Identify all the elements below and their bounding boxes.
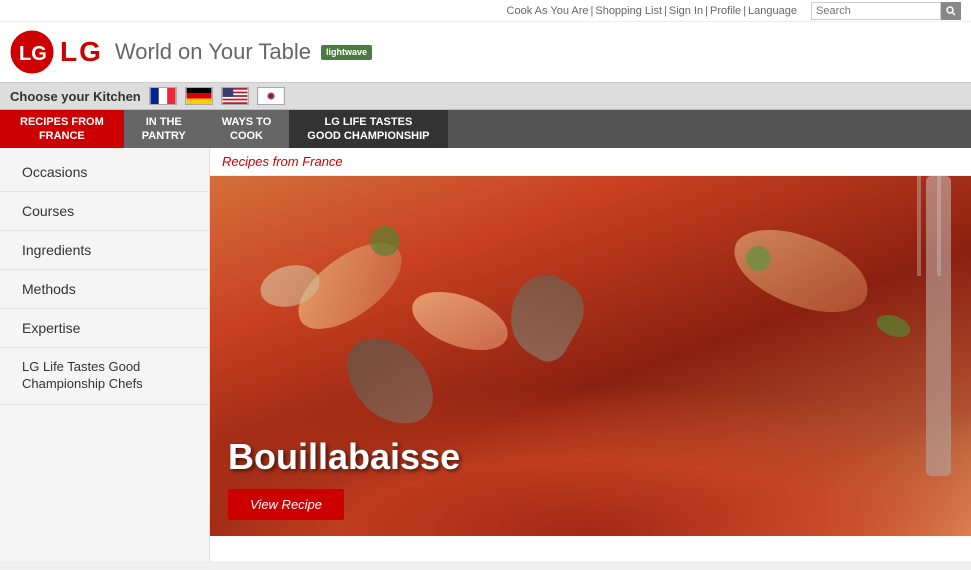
main-layout: Occasions Courses Ingredients Methods Ex… [0, 148, 971, 561]
tabs-row: RECIPES FROMFRANCE IN THEPANTRY WAYS TOC… [0, 110, 971, 148]
search-icon [946, 6, 956, 16]
hero-image: Bouillabaisse View Recipe [210, 176, 971, 536]
sep3: | [705, 5, 708, 17]
search-button[interactable] [941, 2, 961, 20]
flag-france[interactable] [149, 87, 177, 105]
search-bar [811, 2, 961, 20]
sep1: | [591, 5, 594, 17]
view-recipe-button[interactable]: View Recipe [228, 489, 344, 520]
content-area: Recipes from France Bouillabaisse [210, 148, 971, 561]
sep4: | [743, 5, 746, 17]
sidebar-item-ingredients[interactable]: Ingredients [0, 231, 209, 270]
sign-in-link[interactable]: Sign In [669, 5, 703, 17]
tagline-text: World on Your Table [115, 39, 311, 65]
sidebar: Occasions Courses Ingredients Methods Ex… [0, 148, 210, 561]
sidebar-item-courses[interactable]: Courses [0, 192, 209, 231]
hero-title: Bouillabaisse [228, 436, 460, 478]
cook-as-you-are-link[interactable]: Cook As You Are [507, 5, 589, 17]
profile-link[interactable]: Profile [710, 5, 741, 17]
language-link[interactable]: Language [748, 5, 797, 17]
choose-kitchen-label: Choose your Kitchen [10, 89, 141, 104]
tab-ways-to-cook[interactable]: WAYS TOCOOK [204, 110, 290, 148]
sidebar-item-methods[interactable]: Methods [0, 270, 209, 309]
flag-usa[interactable] [221, 87, 249, 105]
header-wrapper: Cook As You Are | Shopping List | Sign I… [0, 0, 971, 148]
svg-text:LG: LG [19, 43, 47, 65]
flag-korea[interactable] [257, 87, 285, 105]
logo-row: LG LG World on Your Table lightwave [0, 22, 971, 82]
lightwave-badge: lightwave [321, 45, 372, 60]
top-nav-row: Cook As You Are | Shopping List | Sign I… [0, 0, 971, 22]
tab-recipes-from-france[interactable]: RECIPES FROMFRANCE [0, 110, 124, 148]
search-input[interactable] [811, 2, 941, 20]
tab-lg-life-tastes[interactable]: LG LIFE TASTESGOOD CHAMPIONSHIP [289, 110, 447, 148]
kitchen-chooser-row: Choose your Kitchen [0, 82, 971, 110]
breadcrumb: Recipes from France [210, 148, 971, 176]
sidebar-item-lg-life-chefs[interactable]: LG Life Tastes Good Championship Chefs [0, 348, 209, 405]
flag-germany[interactable] [185, 87, 213, 105]
sidebar-item-expertise[interactable]: Expertise [0, 309, 209, 348]
tab-in-the-pantry[interactable]: IN THEPANTRY [124, 110, 204, 148]
sidebar-item-occasions[interactable]: Occasions [0, 153, 209, 192]
shopping-list-link[interactable]: Shopping List [595, 5, 662, 17]
lg-logo-icon: LG [10, 30, 54, 74]
sep2: | [664, 5, 667, 17]
brand-name: LG [60, 36, 103, 68]
